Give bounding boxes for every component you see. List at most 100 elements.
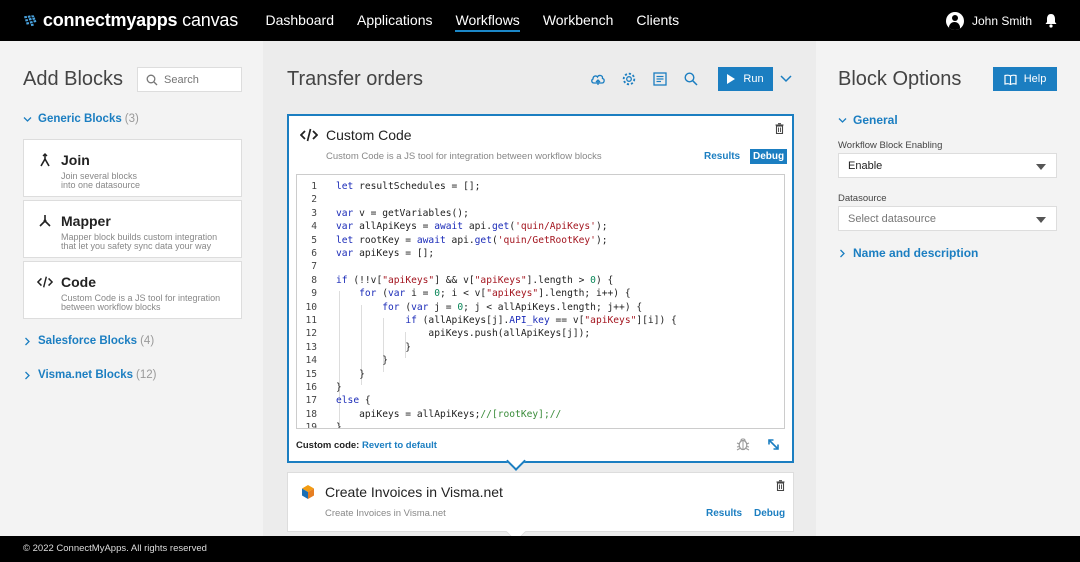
nav-workbench[interactable]: Workbench	[531, 0, 625, 41]
visma-logo-icon	[302, 485, 314, 499]
group-count: (3)	[124, 113, 139, 125]
debug-toggle[interactable]: Debug	[750, 149, 788, 164]
section-general[interactable]: General	[838, 113, 898, 127]
group-salesforce-blocks[interactable]: Salesforce Blocks (4)	[23, 335, 154, 347]
card-title: Mapper	[61, 213, 111, 229]
block-title: Create Invoices in Visma.net	[325, 484, 503, 500]
block-title: Custom Code	[326, 127, 412, 143]
join-icon	[40, 153, 50, 167]
block-description: Custom Code is a JS tool for integration…	[326, 151, 602, 162]
dropdown-arrow-icon	[1036, 164, 1046, 170]
debug-toggle[interactable]: Debug	[751, 506, 788, 521]
chevron-right-icon	[25, 371, 30, 379]
line-number: 15	[305, 368, 317, 380]
expand-icon[interactable]	[767, 438, 780, 451]
code-text: if (!!v["apiKeys"] && v["apiKeys"].lengt…	[336, 274, 614, 286]
search-icon	[146, 74, 158, 85]
brand-name: connectmyapps canvas	[42, 10, 238, 30]
panel-title: Block Options	[838, 68, 962, 90]
group-count: (4)	[140, 335, 155, 347]
code-text: if (allApiKeys[j].API_key == v["apiKeys"…	[405, 315, 677, 326]
workflow-canvas: Transfer orders Run Custom Code Custom C…	[263, 41, 816, 536]
group-visma-blocks[interactable]: Visma.net Blocks (12)	[23, 369, 156, 381]
line-number: 18	[305, 408, 317, 420]
logo-grid-icon	[24, 14, 37, 26]
block-card-mapper[interactable]: Mapper Mapper block builds custom integr…	[23, 200, 242, 258]
chevron-down-icon[interactable]	[780, 74, 792, 84]
trash-icon[interactable]	[776, 480, 785, 491]
group-label: Salesforce Blocks	[38, 335, 138, 347]
play-icon	[727, 74, 736, 84]
revert-to-default-link[interactable]: Revert to default	[362, 440, 437, 451]
code-icon	[300, 128, 318, 142]
line-number: 7	[311, 261, 317, 273]
copyright-text: © 2022 ConnectMyApps. All rights reserve…	[23, 543, 207, 554]
nav-clients[interactable]: Clients	[625, 0, 691, 41]
settings-icon[interactable]	[621, 71, 637, 87]
code-editor[interactable]: 1 let resultSchedules = []; 2 3 var v = getV…	[296, 174, 785, 429]
code-text: }	[336, 368, 365, 380]
panel-title: Add Blocks	[23, 68, 124, 90]
chevron-right-icon	[25, 337, 30, 345]
card-title: Code	[61, 274, 96, 290]
results-link[interactable]: Results	[704, 151, 740, 162]
help-button[interactable]: Help	[993, 67, 1057, 91]
group-label: Generic Blocks	[38, 113, 122, 125]
main-nav: Dashboard Applications Workflows Workben…	[254, 0, 691, 41]
section-name-description[interactable]: Name and description	[838, 246, 978, 260]
document-icon[interactable]	[652, 71, 668, 87]
search-input[interactable]	[164, 73, 234, 86]
search-icon[interactable]	[683, 71, 699, 87]
line-number: 11	[305, 315, 317, 326]
code-text: apiKeys = allApiKeys;//[rootKey];//	[336, 408, 562, 420]
group-generic-blocks[interactable]: Generic Blocks (3)	[23, 113, 139, 125]
line-number: 14	[305, 355, 317, 367]
cloud-upload-icon[interactable]	[590, 71, 606, 87]
code-icon	[37, 276, 53, 288]
group-label: Visma.net Blocks	[38, 369, 134, 381]
nav-workflows[interactable]: Workflows	[444, 0, 531, 41]
code-text: }	[336, 422, 342, 429]
line-number: 19	[305, 422, 317, 429]
chevron-down-icon	[838, 117, 847, 123]
bell-icon[interactable]	[1044, 13, 1058, 28]
run-button[interactable]: Run	[718, 67, 773, 91]
search-box[interactable]	[137, 67, 242, 92]
code-text: for (var i = 0; i < v["apiKeys"].length;…	[359, 288, 631, 300]
group-count: (12)	[136, 369, 157, 381]
book-icon	[1004, 74, 1017, 85]
nav-applications[interactable]: Applications	[346, 0, 445, 41]
block-options-panel: Block Options Help General Workflow Bloc…	[816, 41, 1080, 536]
code-text: let rootKey = await api.get('quin/GetRoo…	[336, 234, 608, 246]
workflow-block-create-invoices[interactable]: Create Invoices in Visma.net Create Invo…	[287, 472, 794, 532]
block-card-code[interactable]: Code Custom Code is a JS tool for integr…	[23, 261, 242, 319]
bug-icon[interactable]	[736, 437, 750, 451]
code-text: }	[336, 355, 388, 367]
code-text: for (var j = 0; j < allApiKeys.length; j…	[382, 301, 643, 313]
line-number: 8	[311, 274, 317, 286]
line-number: 16	[305, 382, 317, 393]
card-description: Join several blocks into one datasource	[61, 171, 141, 190]
code-text: else {	[336, 395, 371, 407]
datasource-select[interactable]: Select datasource	[838, 206, 1057, 231]
avatar	[945, 11, 964, 30]
block-card-join[interactable]: Join Join several blocks into one datasou…	[23, 139, 242, 197]
mapper-icon	[39, 215, 51, 227]
workflow-block-custom-code[interactable]: Custom Code Custom Code is a JS tool for…	[287, 114, 794, 463]
card-description: Custom Code is a JS tool for integration…	[61, 293, 221, 312]
chevron-down-icon	[23, 116, 32, 122]
user-menu[interactable]: John Smith	[945, 0, 1032, 41]
code-text: apiKeys.push(allApiKeys[j]);	[336, 328, 591, 340]
results-link[interactable]: Results	[706, 508, 742, 519]
line-number: 5	[311, 234, 317, 246]
line-number: 12	[305, 328, 317, 340]
enabling-select[interactable]: Enable	[838, 153, 1057, 178]
app-logo[interactable]: connectmyapps canvas	[23, 10, 238, 32]
dropdown-arrow-icon	[1036, 217, 1046, 223]
nav-dashboard[interactable]: Dashboard	[254, 0, 346, 41]
trash-icon[interactable]	[775, 123, 784, 134]
enabling-label: Workflow Block Enabling	[838, 140, 943, 151]
custom-code-footer: Custom code: Revert to default	[296, 440, 437, 451]
line-number: 1	[311, 181, 317, 192]
add-blocks-panel: Add Blocks Generic Blocks (3) Join Join …	[0, 41, 263, 536]
